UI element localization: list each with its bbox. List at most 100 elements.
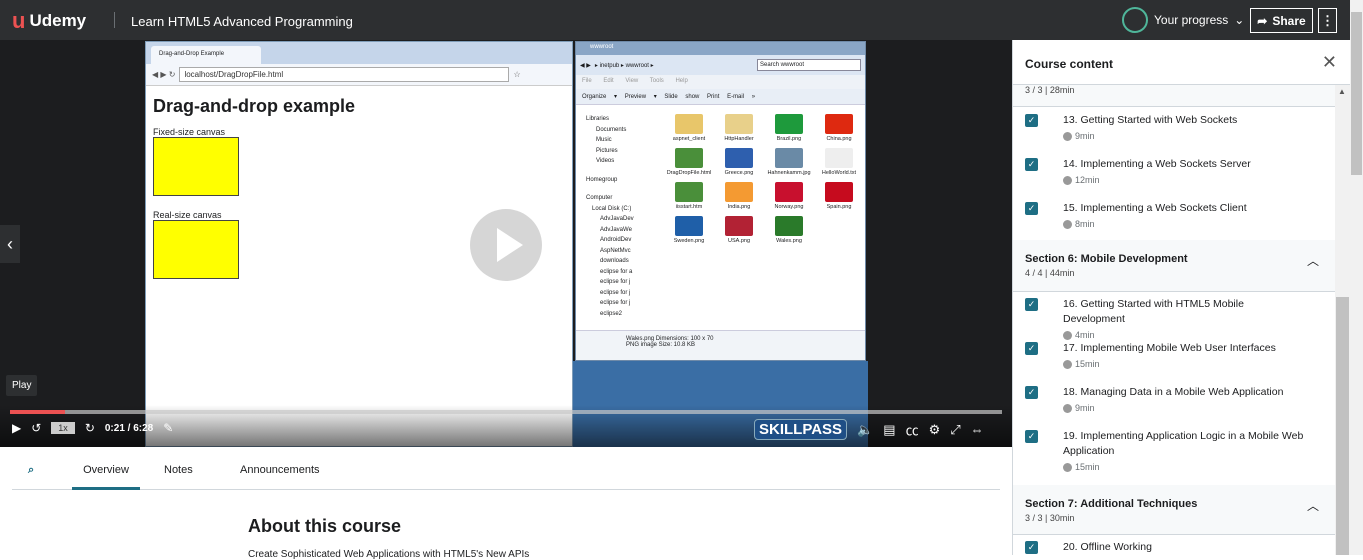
udemy-logo[interactable]: u Udemy: [12, 8, 86, 34]
tree-item: eclipse for a: [600, 268, 633, 275]
section-6-header[interactable]: Section 6: Mobile Development 4 / 4 | 44m…: [1013, 240, 1335, 292]
completed-checkbox[interactable]: ✓: [1025, 202, 1038, 215]
about-heading: About this course: [248, 516, 402, 536]
completed-checkbox[interactable]: ✓: [1025, 541, 1038, 554]
play-overlay-button[interactable]: [470, 209, 542, 281]
lesson-item[interactable]: ✓ 15. Implementing a Web Sockets Client 8m…: [1013, 201, 1335, 229]
browser-url: localhost/DragDropFile.html: [179, 67, 510, 82]
tree-item: Documents: [596, 126, 627, 133]
expand-icon[interactable]: ⇔: [971, 422, 984, 437]
page-scrollbar[interactable]: [1350, 0, 1363, 555]
lesson-title: 19. Implementing Application Logic in a …: [1063, 430, 1304, 457]
settings-gear-icon[interactable]: ⚙: [929, 422, 941, 438]
file-item: Norway.png: [764, 182, 814, 210]
captions-icon[interactable]: ㏄: [906, 420, 919, 439]
tab-announcements[interactable]: Announcements: [240, 464, 320, 476]
file-item: USA.png: [714, 216, 764, 244]
lesson-duration: 15min: [1075, 462, 1100, 472]
progress-label: Your progress: [1154, 13, 1229, 27]
lesson-item[interactable]: ✓ 13. Getting Started with Web Sockets 9mi…: [1013, 113, 1335, 141]
lesson-item[interactable]: ✓ 17. Implementing Mobile Web User Interf…: [1013, 341, 1335, 369]
progress-dropdown[interactable]: Your progress ⌄: [1122, 7, 1244, 33]
completed-checkbox[interactable]: ✓: [1025, 342, 1038, 355]
file-item: Wales.png: [764, 216, 814, 244]
tree-item: AdvJavaDev: [600, 216, 634, 222]
completed-checkbox[interactable]: ✓: [1025, 298, 1038, 311]
lesson-title: 14. Implementing a Web Sockets Server: [1063, 158, 1251, 170]
file-icon: [775, 216, 803, 236]
play-circle-icon: [1063, 175, 1072, 185]
file-item: Hahnenkamm.jpg: [764, 148, 814, 176]
volume-icon[interactable]: 🔈: [857, 422, 873, 438]
note-icon[interactable]: ✎: [163, 421, 173, 435]
course-content-sidebar: Course content ✕ 3 / 3 | 28min Section 6:…: [1012, 40, 1350, 555]
play-circle-icon: [1063, 330, 1072, 340]
play-tooltip: Play: [6, 375, 38, 396]
sidebar-scrollbar[interactable]: ▲: [1335, 85, 1350, 555]
tree-item: downloads: [600, 258, 629, 264]
lesson-item[interactable]: ✓ 20. Offline Working: [1013, 540, 1335, 555]
completed-checkbox[interactable]: ✓: [1025, 114, 1038, 127]
lesson-title: 16. Getting Started with HTML5 Mobile De…: [1063, 298, 1244, 325]
tab-notes[interactable]: Notes: [164, 464, 193, 476]
share-button[interactable]: ➦ Share: [1250, 8, 1313, 33]
completed-checkbox[interactable]: ✓: [1025, 386, 1038, 399]
file-item: DragDropFile.html: [664, 148, 714, 176]
play-icon[interactable]: ▶: [12, 421, 21, 435]
fixed-canvas: [153, 137, 239, 196]
search-icon[interactable]: ⌕: [28, 464, 34, 477]
more-options-button[interactable]: ⋮: [1318, 8, 1337, 33]
tree-item: eclipse for j: [600, 300, 631, 306]
tree-item: Videos: [596, 158, 615, 164]
file-icon: [825, 114, 853, 134]
completed-checkbox[interactable]: ✓: [1025, 158, 1038, 171]
file-item: Sweden.png: [664, 216, 714, 244]
divider: [114, 12, 115, 28]
progress-ring-icon: [1122, 7, 1148, 33]
lesson-duration: 8min: [1075, 219, 1095, 229]
progress-bar[interactable]: [10, 410, 1002, 414]
file-icon: [825, 148, 853, 168]
real-canvas: [153, 220, 239, 279]
file-item: HelloWorld.txt: [814, 148, 864, 176]
rewind-icon[interactable]: ↺: [31, 421, 41, 435]
tree-item: eclipse for j: [600, 289, 631, 296]
video-frame-explorer: wwwroot ◀ ▶ ▸ inetpub ▸ wwwroot ▸ Search w…: [575, 41, 866, 361]
lesson-item[interactable]: ✓ 19. Implementing Application Logic in a…: [1013, 429, 1335, 472]
play-circle-icon: [1063, 131, 1072, 141]
file-icon: [675, 114, 703, 134]
player-controls: ▶ ↺ 1x ↻ 0:21 / 6:28 ✎ SKILLPASS 🔈 ▤ ㏄ ⚙…: [0, 405, 1012, 447]
explorer-toolbar: Organize ▾ Preview ▾ Slide show Print E-…: [576, 89, 865, 105]
section-7-header[interactable]: Section 7: Additional Techniques 3 / 3 | …: [1013, 485, 1335, 535]
close-icon[interactable]: ✕: [1322, 52, 1337, 73]
tree-item: Libraries: [586, 116, 610, 122]
tree-item: AndroidDev: [600, 237, 632, 243]
fullscreen-icon[interactable]: ⤢: [950, 422, 960, 438]
lesson-item[interactable]: ✓ 18. Managing Data in a Mobile Web Appli…: [1013, 385, 1335, 413]
lesson-item[interactable]: ✓ 16. Getting Started with HTML5 Mobile D…: [1013, 297, 1335, 340]
playback-rate-button[interactable]: 1x: [51, 422, 75, 434]
time-display: 0:21 / 6:28: [104, 422, 154, 434]
lesson-title: 13. Getting Started with Web Sockets: [1063, 114, 1238, 126]
tree-item: Pictures: [596, 147, 618, 154]
course-title[interactable]: Learn HTML5 Advanced Programming: [131, 14, 353, 29]
file-item: China.png: [814, 114, 864, 142]
tree-item: Homegroup: [586, 176, 618, 183]
completed-checkbox[interactable]: ✓: [1025, 430, 1038, 443]
video-player[interactable]: Drag-and-Drop Example ◀ ▶ ↻ localhost/Dra…: [0, 40, 1012, 447]
file-item: aspnet_client: [664, 114, 714, 142]
explorer-path: ▸ inetpub ▸ wwwroot ▸: [594, 62, 654, 69]
top-bar: u Udemy Learn HTML5 Advanced Programming …: [0, 0, 1350, 40]
explorer-menu: File Edit View Tools Help: [576, 75, 865, 89]
play-circle-icon: [1063, 403, 1072, 413]
lesson-item[interactable]: ✓ 14. Implementing a Web Sockets Server 12…: [1013, 157, 1335, 185]
file-icon: [775, 114, 803, 134]
tree-item: Computer: [586, 195, 613, 201]
transcript-icon[interactable]: ▤: [883, 422, 895, 438]
forward-icon[interactable]: ↻: [85, 421, 95, 435]
tab-overview[interactable]: Overview: [72, 464, 140, 490]
previous-lecture-button[interactable]: ‹: [0, 225, 20, 263]
file-item: HttpHandler: [714, 114, 764, 142]
file-icon: [675, 182, 703, 202]
lesson-title: 17. Implementing Mobile Web User Interfa…: [1063, 342, 1276, 354]
